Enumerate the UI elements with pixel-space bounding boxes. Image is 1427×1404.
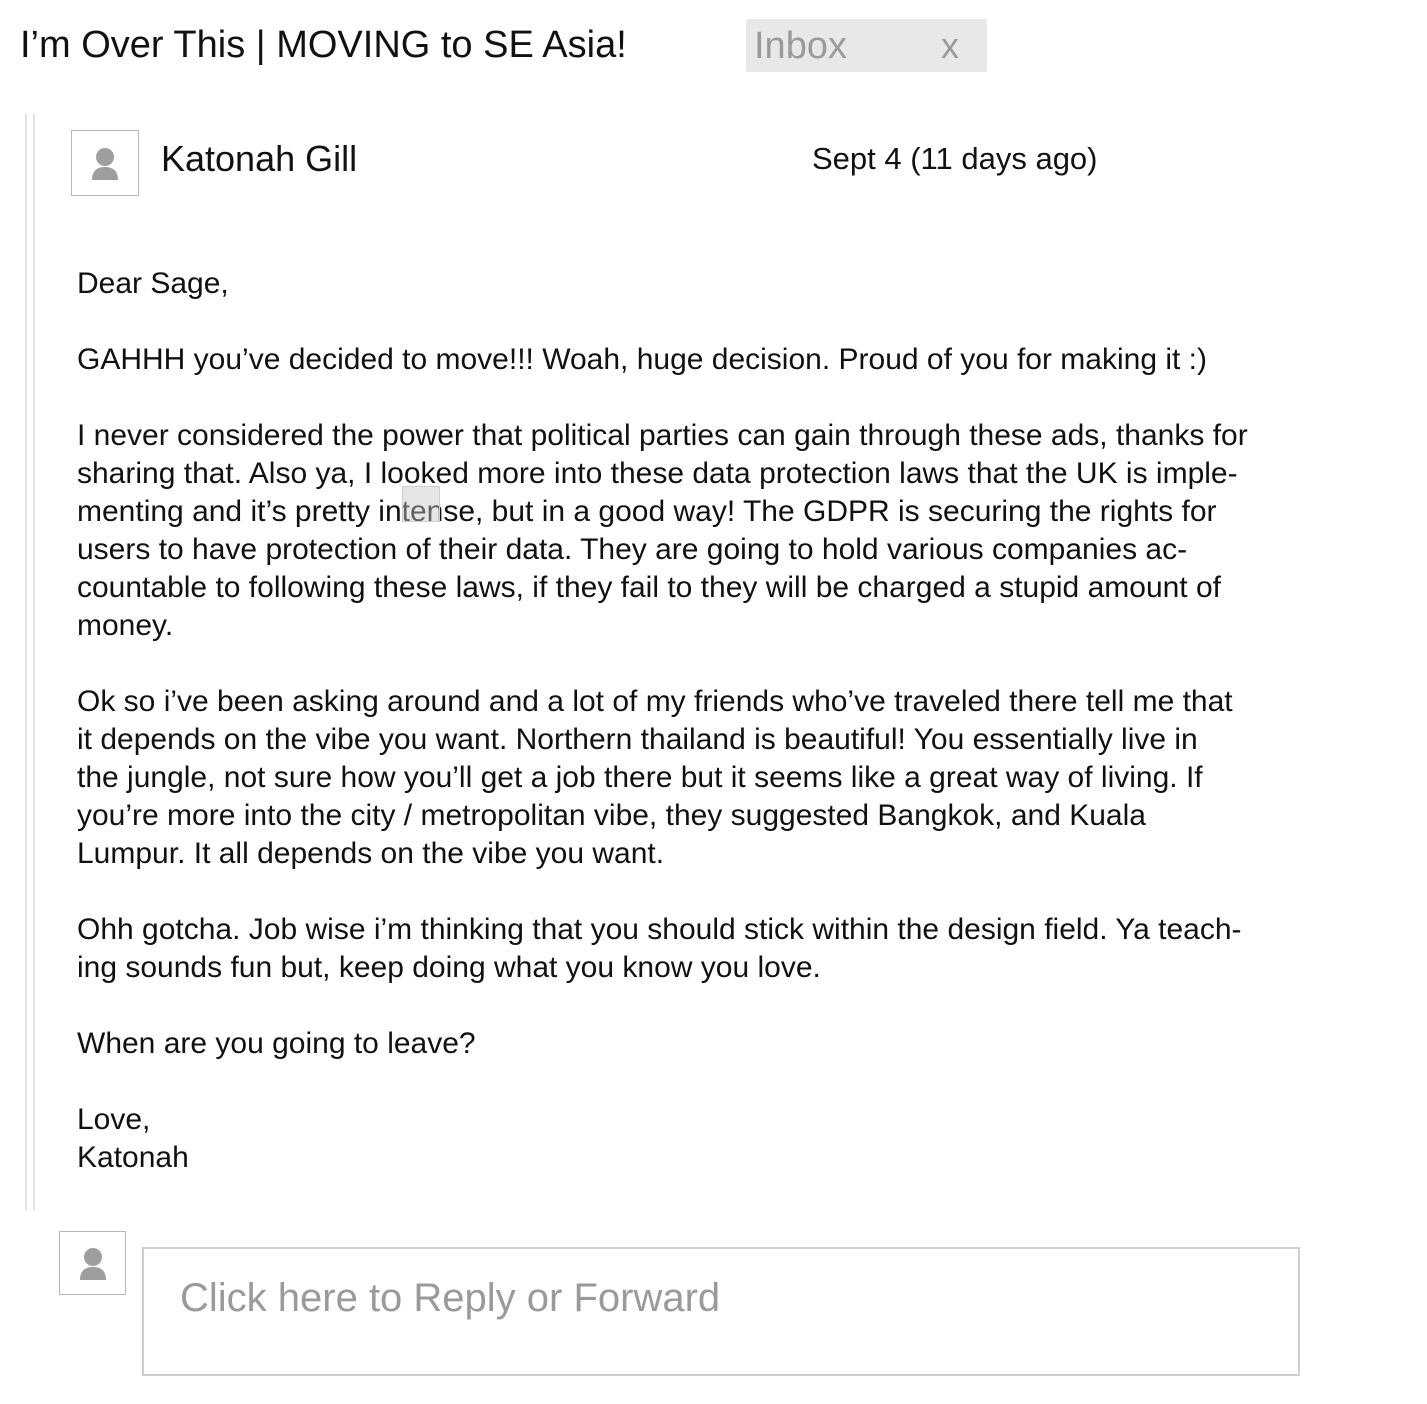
sender-name[interactable]: Katonah Gill <box>161 138 357 180</box>
remove-label-close-icon[interactable]: x <box>941 25 959 67</box>
message-signature: Katonah <box>77 1141 189 1174</box>
message-paragraph: GAHHH you’ve decided to move!!! Woah, hu… <box>77 343 1208 376</box>
thread-rail <box>25 114 35 1210</box>
message-body: Dear Sage, GAHHH you’ve decided to move!… <box>77 265 1357 1177</box>
reply-placeholder: Click here to Reply or Forward <box>180 1276 721 1320</box>
message-greeting: Dear Sage, <box>77 267 229 300</box>
reply-forward-input[interactable]: Click here to Reply or Forward <box>142 1247 1300 1376</box>
sender-avatar <box>71 130 139 196</box>
person-silhouette-icon <box>79 1248 106 1280</box>
message-paragraph: Ohh gotcha. Job wise i’m thinking that y… <box>77 913 1242 984</box>
subject-row: I’m Over This | MOVING to SE Asia! Inbox… <box>20 18 1020 72</box>
person-silhouette-icon <box>92 148 118 180</box>
message-paragraph: I never considered the power that politi… <box>77 419 1248 642</box>
reply-avatar <box>59 1231 126 1295</box>
message-paragraph: When are you going to leave? <box>77 1027 476 1060</box>
thread-subject: I’m Over This | MOVING to SE Asia! <box>20 24 627 66</box>
message-date: Sept 4 (11 days ago) <box>812 141 1098 176</box>
inbox-label-text: Inbox <box>754 25 847 67</box>
message-closing: Love, <box>77 1103 151 1136</box>
inbox-label-chip[interactable]: Inbox x <box>746 19 987 72</box>
message-paragraph: Ok so i’ve been asking around and a lot … <box>77 685 1233 870</box>
